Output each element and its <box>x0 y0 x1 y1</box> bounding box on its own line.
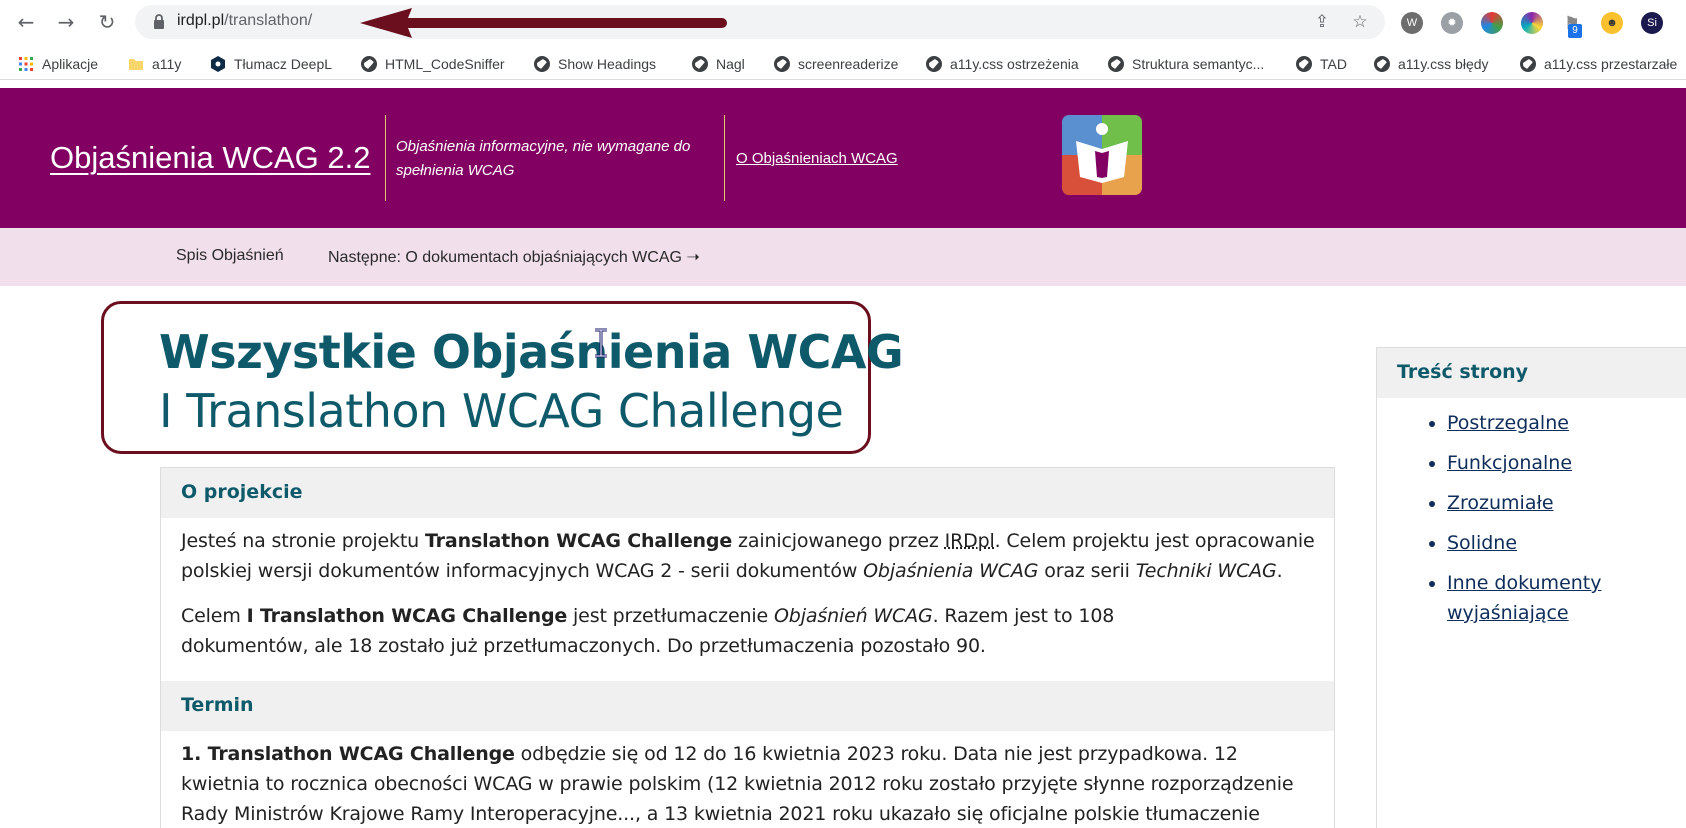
sidebar-list: Postrzegalne Funkcjonalne Zrozumiałe Sol… <box>1447 408 1667 638</box>
section-heading-about: O projekcie <box>161 468 1334 518</box>
toc-link-robust[interactable]: Solidne <box>1447 532 1517 554</box>
about-paragraph-2: Celem I Translathon WCAG Challenge jest … <box>181 601 1191 661</box>
list-item: Solidne <box>1447 528 1667 558</box>
project-name: I Translathon WCAG Challenge <box>246 605 568 627</box>
abbreviation[interactable]: IRDpl <box>945 530 995 552</box>
about-paragraph-1: Jesteś na stronie projektu Translathon W… <box>181 526 1321 586</box>
text: Celem <box>181 605 247 627</box>
sub-navigation: Spis Objaśnień Następne: O dokumentach o… <box>0 228 1686 286</box>
sidebar-heading: Treść strony <box>1377 348 1686 398</box>
site-title-link[interactable]: Objaśnienia WCAG 2.2 <box>50 140 370 176</box>
sidebar-heading-text: Treść strony <box>1397 361 1529 383</box>
site-tagline: Objaśnienia informacyjne, nie wymagane d… <box>396 138 691 179</box>
text: zainicjowanego przez <box>732 530 945 552</box>
page-title: Wszystkie Objaśnienia WCAG <box>159 325 904 379</box>
toc-link-operable[interactable]: Funkcjonalne <box>1447 452 1572 474</box>
emphasis: Objaśnień WCAG <box>773 605 933 627</box>
header-divider <box>724 115 725 201</box>
list-item: Postrzegalne <box>1447 408 1667 438</box>
next-page-link[interactable]: Następne: O dokumentach objaśniających W… <box>328 247 700 267</box>
project-name: Translathon WCAG Challenge <box>424 530 733 552</box>
toc-link-understandable[interactable]: Zrozumiałe <box>1447 492 1554 514</box>
section-heading-term: Termin <box>161 681 1334 731</box>
about-wcag-link[interactable]: O Objaśnieniach WCAG <box>736 150 898 167</box>
section-heading-text: O projekcie <box>181 481 303 503</box>
content-panel: O projekcie Jesteś na stronie projektu T… <box>160 467 1335 828</box>
text: jest przetłumaczenie <box>567 605 774 627</box>
page-subtitle: I Translathon WCAG Challenge <box>159 384 844 438</box>
header-divider <box>385 115 386 201</box>
list-item: Inne dokumenty wyjaśniające <box>1447 568 1667 628</box>
page-contents-sidebar: Treść strony Postrzegalne Funkcjonalne Z… <box>1376 347 1686 828</box>
event-name: 1. Translathon WCAG Challenge <box>181 743 515 765</box>
toc-link[interactable]: Spis Objaśnień <box>176 247 284 265</box>
text: . <box>1276 560 1283 582</box>
list-item: Zrozumiałe <box>1447 488 1667 518</box>
list-item: Funkcjonalne <box>1447 448 1667 478</box>
text: oraz serii <box>1038 560 1136 582</box>
emphasis: Objaśnienia WCAG <box>863 560 1039 582</box>
annotation-arrow <box>360 8 727 38</box>
site-header: Objaśnienia WCAG 2.2 Objaśnienia informa… <box>0 88 1686 228</box>
irdpl-logo-icon <box>1062 115 1142 195</box>
text: Jesteś na stronie projektu <box>181 530 425 552</box>
term-paragraph: 1. Translathon WCAG Challenge odbędzie s… <box>181 739 1321 828</box>
toc-link-perceivable[interactable]: Postrzegalne <box>1447 412 1569 434</box>
emphasis: Techniki WCAG <box>1135 560 1277 582</box>
section-heading-text: Termin <box>181 694 254 716</box>
toc-link-other-documents[interactable]: Inne dokumenty wyjaśniające <box>1447 572 1602 624</box>
text-cursor-icon <box>595 328 607 358</box>
